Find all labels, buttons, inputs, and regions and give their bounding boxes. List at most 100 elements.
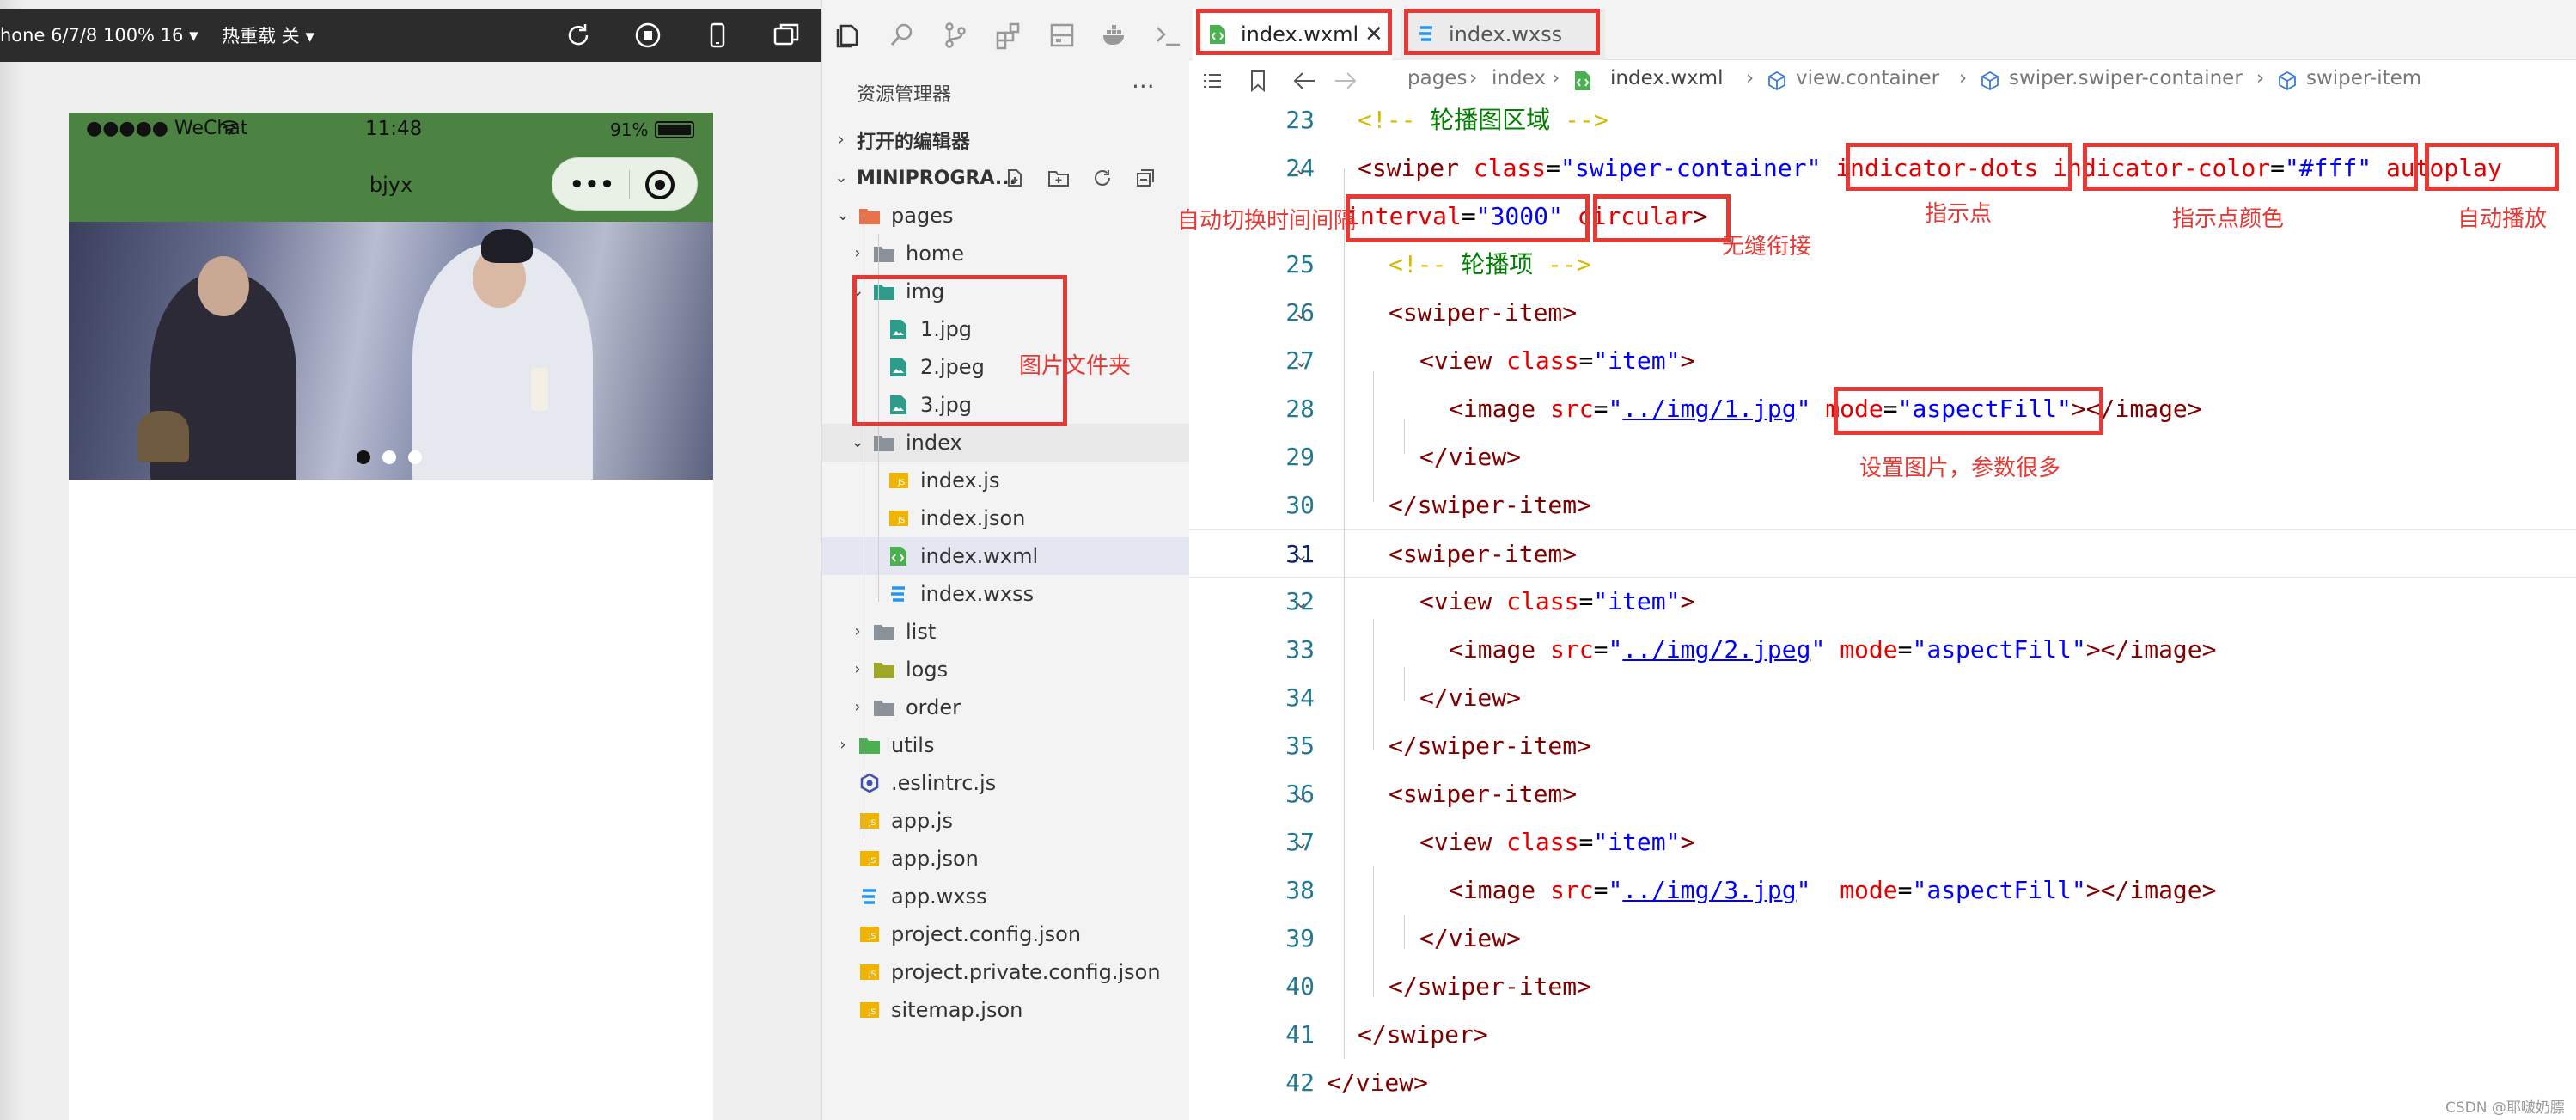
fold-chevron-icon[interactable]: ⌄	[1294, 337, 1309, 385]
source-control-icon[interactable]	[941, 21, 970, 50]
breadcrumb-separator: ›	[1469, 67, 1478, 89]
code-line[interactable]: 30 </swiper-item>	[1189, 481, 2576, 529]
breadcrumb-item[interactable]: index	[1492, 67, 1546, 89]
project-section[interactable]: ⌄ MINIPROGRA...	[822, 159, 1190, 197]
breadcrumb-separator: ›	[1552, 67, 1560, 89]
fold-chevron-icon[interactable]: ⌄	[1294, 144, 1309, 193]
new-folder-icon[interactable]	[1047, 168, 1070, 188]
tree-item-app-js[interactable]: JS app.js	[822, 802, 1190, 840]
code-token: <view	[1419, 587, 1507, 615]
code-line[interactable]: 32 ⌄ <view class="item">	[1189, 578, 2576, 626]
code-line[interactable]: 33 <image src="../img/2.jpeg" mode="aspec…	[1189, 626, 2576, 674]
svg-text:JS: JS	[868, 970, 876, 979]
code-line[interactable]: 40 </swiper-item>	[1189, 963, 2576, 1011]
tree-item-label: list	[906, 620, 937, 644]
fold-chevron-icon[interactable]: ⌄	[1294, 770, 1309, 818]
open-editors-section[interactable]: › 打开的编辑器	[822, 121, 1190, 159]
code-line[interactable]: 23 <!-- 轮播图区域 -->	[1189, 96, 2576, 144]
code-token[interactable]: ../img/1.jpg	[1622, 395, 1796, 423]
code-text: <!-- 轮播项 -->	[1389, 241, 1591, 289]
code-line[interactable]: 26 ⌄ <swiper-item>	[1189, 289, 2576, 337]
code-line[interactable]: 38 <image src="../img/3.jpg" mode="aspect…	[1189, 866, 2576, 915]
fold-chevron-icon[interactable]: ⌄	[1294, 818, 1309, 866]
remote-icon[interactable]	[1154, 21, 1183, 50]
more-actions-button[interactable]: ···	[1132, 72, 1155, 101]
list-icon[interactable]	[1201, 70, 1224, 91]
breadcrumb: pages › index › index.wxml › view.contai…	[1189, 64, 2576, 98]
tree-item-pages[interactable]: ⌄ pages	[822, 197, 1190, 235]
code-line[interactable]: 34 </view>	[1189, 674, 2576, 722]
code-line[interactable]: 25 <!-- 轮播项 -->	[1189, 241, 2576, 289]
wxml-file-icon	[1575, 71, 1590, 90]
close-miniprogram-icon[interactable]	[645, 170, 675, 199]
code-line[interactable]: 42 </view>	[1189, 1059, 2576, 1107]
code-line[interactable]: 41 </swiper>	[1189, 1011, 2576, 1059]
refresh-explorer-icon[interactable]	[1092, 168, 1113, 188]
swiper-carousel[interactable]	[69, 222, 713, 480]
fold-chevron-icon[interactable]: ⌄	[1294, 578, 1309, 626]
tree-item-sitemap-json[interactable]: JS sitemap.json	[822, 991, 1190, 1029]
screenshot-root: hone 6/7/8 100% 16 ▾ 热重载 关 ▾ ●●●●● WeCha…	[0, 0, 2576, 1120]
code-token[interactable]: ../img/3.jpg	[1622, 876, 1796, 904]
phone-icon[interactable]	[703, 21, 732, 50]
breadcrumb-item[interactable]: pages	[1407, 67, 1467, 89]
tree-item-list[interactable]: › list	[822, 613, 1190, 651]
annotation-mode: 设置图片，参数很多	[1859, 456, 2061, 481]
code-area[interactable]: 23 <!-- 轮播图区域 --> 24 ⌄ <swiper class="swiper…	[1189, 96, 2576, 1120]
tree-item-eslintrc-js[interactable]: .eslintrc.js	[822, 764, 1190, 802]
fold-chevron-icon[interactable]: ⌄	[1294, 289, 1309, 337]
refresh-icon[interactable]	[564, 21, 593, 50]
swiper-dot[interactable]	[357, 450, 370, 464]
tree-item-app-wxss[interactable]: app.wxss	[822, 878, 1190, 915]
code-text: <!-- 轮播图区域 -->	[1358, 96, 1608, 144]
more-menu-button[interactable]: •••	[570, 172, 615, 198]
forward-arrow-icon[interactable]	[1334, 70, 1358, 91]
carousel-hair-right	[481, 229, 533, 263]
code-line[interactable]: 39 </view>	[1189, 915, 2576, 963]
device-selector[interactable]: hone 6/7/8 100% 16 ▾	[0, 25, 198, 46]
fold-chevron-icon[interactable]: ⌄	[1294, 530, 1309, 578]
code-token: ></image>	[2085, 876, 2217, 904]
tree-item-project-private-config-json[interactable]: JS project.private.config.json	[822, 953, 1190, 991]
code-line[interactable]: 27 ⌄ <view class="item">	[1189, 337, 2576, 385]
tree-item-app-json[interactable]: JS app.json	[822, 840, 1190, 878]
status-battery-percent: 91%	[610, 119, 649, 140]
extensions-icon[interactable]	[994, 21, 1023, 50]
tree-item-label: index.wxss	[920, 582, 1035, 606]
tree-item-project-config-json[interactable]: JS project.config.json	[822, 915, 1190, 953]
swiper-dot[interactable]	[408, 450, 422, 464]
code-text: <swiper-item>	[1389, 530, 1577, 578]
tree-item-order[interactable]: › order	[822, 689, 1190, 726]
storage-icon[interactable]	[1047, 21, 1077, 50]
tree-item-label: index.js	[920, 468, 1000, 493]
back-arrow-icon[interactable]	[1292, 70, 1316, 91]
tree-item-utils[interactable]: › utils	[822, 726, 1190, 764]
code-line[interactable]: 35 </swiper-item>	[1189, 722, 2576, 770]
code-token: 轮播图区域	[1430, 106, 1551, 134]
new-file-icon[interactable]	[1004, 168, 1025, 188]
explorer-icon[interactable]	[834, 21, 864, 50]
stop-icon[interactable]	[633, 21, 662, 50]
code-text: <view class="item">	[1419, 818, 1694, 866]
swiper-dot[interactable]	[382, 450, 396, 464]
code-line[interactable]: 36 ⌄ <swiper-item>	[1189, 770, 2576, 818]
wxml-file-icon	[890, 547, 906, 566]
breadcrumb-item[interactable]: index.wxml	[1610, 67, 1723, 89]
annotation-indicator-color: 指示点颜色	[2172, 206, 2285, 232]
code-token[interactable]: ../img/2.jpeg	[1622, 635, 1810, 664]
breadcrumb-item[interactable]: view.container	[1796, 67, 1939, 89]
collapse-all-icon[interactable]	[1135, 168, 1156, 188]
window-icon[interactable]	[772, 21, 801, 50]
breadcrumb-item[interactable]: swiper-item	[2306, 67, 2421, 89]
code-token: -->	[1533, 250, 1591, 278]
code-line[interactable]: 31 ⌄ <swiper-item>	[1189, 529, 2576, 578]
tree-item-label: index	[906, 431, 962, 455]
bookmark-icon[interactable]	[1249, 69, 1267, 93]
breadcrumb-item[interactable]: swiper.swiper-container	[2009, 67, 2243, 89]
docker-icon[interactable]	[1101, 21, 1130, 50]
tree-item-logs[interactable]: › logs	[822, 651, 1190, 689]
code-line[interactable]: 37 ⌄ <view class="item">	[1189, 818, 2576, 866]
hot-reload-toggle[interactable]: 热重载 关 ▾	[222, 22, 314, 48]
search-icon[interactable]	[888, 21, 917, 50]
